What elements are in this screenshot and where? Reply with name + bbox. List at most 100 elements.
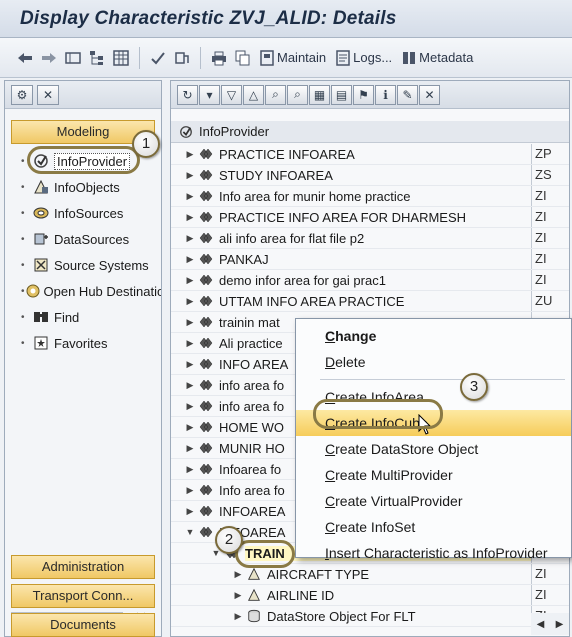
nav-item-open-hub-destination[interactable]: • Open Hub Destination [5, 278, 161, 304]
expand-arrow-icon[interactable]: ▶ [185, 380, 195, 391]
table-icon[interactable] [110, 47, 132, 69]
menu-item-create-virtualprovider[interactable]: Create VirtualProvider [296, 488, 571, 514]
scroll-left-icon[interactable]: ◀ [537, 619, 545, 630]
grid-icon[interactable]: ▦ [309, 84, 330, 105]
menu-item-insert-characteristic[interactable]: Insert Characteristic as InfoProvider [296, 540, 571, 566]
collapse-icon[interactable]: ▽ [221, 84, 242, 105]
tree-row[interactable]: ▶DataStore Object For FLTZI [171, 606, 569, 627]
tree-row[interactable]: ▶ STUDY INFOAREA ZS [171, 165, 569, 186]
print-icon[interactable] [208, 47, 230, 69]
copy-icon[interactable] [232, 47, 254, 69]
expand-arrow-icon[interactable]: ▶ [185, 254, 195, 265]
tree-row[interactable]: ▶ UTTAM INFO AREA PRACTICE ZU [171, 291, 569, 312]
collapse-arrow-icon[interactable]: ▼ [185, 527, 195, 537]
bullet: • [21, 259, 25, 271]
administration-button[interactable]: Administration [11, 555, 155, 579]
expand-arrow-icon[interactable]: ▶ [185, 317, 195, 328]
expand-arrow-icon[interactable]: ▶ [185, 443, 195, 454]
infoarea-icon [197, 253, 215, 265]
tree-row[interactable]: ▶ AIRLINE ID ZI [171, 585, 569, 606]
menu-item-change[interactable]: Change [296, 323, 571, 349]
documents-button[interactable]: Documents [11, 613, 155, 637]
expand-arrow-icon[interactable]: ▶ [185, 212, 195, 223]
menu-item-create-datastore-object[interactable]: Create DataStore Object [296, 436, 571, 462]
expand-arrow-icon[interactable]: ▶ [185, 296, 195, 307]
transport-connection-button[interactable]: Transport Conn... [11, 584, 155, 608]
check-icon[interactable] [147, 47, 169, 69]
menu-item-delete[interactable]: Delete [296, 349, 571, 375]
find-icon [31, 309, 51, 325]
hierarchy-icon[interactable] [86, 47, 108, 69]
tree-row[interactable]: ▶ PRACTICE INFO AREA FOR DHARMESH ZI [171, 207, 569, 228]
tree-root-header[interactable]: InfoProvider [171, 121, 569, 143]
back-arrow-icon[interactable] [14, 47, 36, 69]
expand-arrow-icon[interactable]: ▶ [185, 170, 195, 181]
context-menu: Change Delete Create InfoArea... Create … [295, 318, 572, 561]
expand-arrow-icon[interactable]: ▶ [185, 464, 195, 475]
bullet: • [21, 155, 25, 167]
expand-arrow-icon[interactable]: ▶ [185, 233, 195, 244]
tree-row[interactable]: ▶ demo infor area for gai prac1 ZI [171, 270, 569, 291]
expand-arrow-icon[interactable]: ▶ [185, 485, 195, 496]
application-toolbar: Maintain Logs... Metadata [0, 38, 572, 78]
expand-arrow-icon[interactable]: ▶ [185, 422, 195, 433]
nav-item-label: DataSources [54, 231, 130, 247]
menu-item-create-infoset[interactable]: Create InfoSet [296, 514, 571, 540]
tree-row-label: DataStore Object For FLT [267, 608, 416, 624]
tree-row[interactable]: ▶ ali info area for flat file p2 ZI [171, 228, 569, 249]
menu-item-create-infoarea[interactable]: Create InfoArea... [296, 384, 571, 410]
scroll-right-icon[interactable]: ▶ [556, 619, 564, 630]
display-change-icon[interactable] [62, 47, 84, 69]
nav-item-datasources[interactable]: • DataSources [5, 226, 161, 252]
nav-item-source-systems[interactable]: • Source Systems [5, 252, 161, 278]
refresh-icon[interactable]: ↻ [177, 84, 198, 105]
flag-icon[interactable]: ⚑ [353, 84, 374, 105]
where-used-icon[interactable] [171, 47, 193, 69]
dropdown-icon[interactable]: ▾ [199, 84, 220, 105]
layout-icon[interactable]: ▤ [331, 84, 352, 105]
info-icon[interactable]: ℹ [375, 84, 396, 105]
expand-arrow-icon[interactable]: ▶ [185, 506, 195, 517]
logs-button[interactable]: Logs... [332, 46, 396, 70]
tree-row-label: STUDY INFOAREA [219, 167, 333, 183]
forward-arrow-icon[interactable] [38, 47, 60, 69]
menu-item-label: Change [325, 328, 377, 344]
expand-arrow-icon[interactable]: ▶ [233, 569, 243, 580]
expand-arrow-icon[interactable]: ▶ [185, 359, 195, 370]
nav-item-label: Open Hub Destination [43, 283, 161, 299]
tree-row-label: ali info area for flat file p2 [219, 230, 365, 246]
find-next-icon[interactable]: ⌕ [287, 84, 308, 105]
tree-row[interactable]: ▶ PRACTICE INFOAREA ZP [171, 144, 569, 165]
menu-item-create-multiprovider[interactable]: Create MultiProvider [296, 462, 571, 488]
expand-arrow-icon[interactable]: ▶ [185, 149, 195, 160]
tree-row[interactable]: ▶ AIRCRAFT TYPE ZI [171, 564, 569, 585]
nav-item-find[interactable]: • Find [5, 304, 161, 330]
expand-arrow-icon[interactable]: ▶ [233, 590, 243, 601]
tree-row[interactable]: ▶ PANKAJ ZI [171, 249, 569, 270]
nav-item-infoobjects[interactable]: • InfoObjects [5, 174, 161, 200]
navigator-settings-icon[interactable]: ⚙ [11, 84, 33, 105]
pin-icon[interactable]: ✎ [397, 84, 418, 105]
bullet: • [21, 233, 25, 245]
metadata-button[interactable]: Metadata [398, 46, 477, 70]
expand-arrow-icon[interactable]: ▶ [185, 401, 195, 412]
title-bar: Display Characteristic ZVJ_ALID: Details [0, 0, 572, 38]
expand-arrow-icon[interactable]: ▶ [185, 338, 195, 349]
expand-arrow-icon[interactable]: ▶ [233, 611, 243, 622]
find-icon[interactable]: ⌕ [265, 84, 286, 105]
tree-row-technical-name: ZI [531, 564, 569, 584]
expand-arrow-icon[interactable]: ▶ [185, 191, 195, 202]
menu-item-create-infocube[interactable]: Create InfoCube [296, 410, 571, 436]
infoarea-icon [197, 274, 215, 286]
bullet: • [21, 311, 25, 323]
close-navigator-icon[interactable]: ✕ [37, 84, 59, 105]
nav-item-infosources[interactable]: • InfoSources [5, 200, 161, 226]
tree-horizontal-scroll[interactable]: ◀ ▶ [531, 613, 569, 635]
nav-item-favorites[interactable]: • Favorites [5, 330, 161, 356]
close-icon[interactable]: ✕ [419, 84, 440, 105]
maintain-button[interactable]: Maintain [256, 46, 330, 70]
menu-item-label: Insert Characteristic as InfoProvider [325, 545, 548, 561]
expand-arrow-icon[interactable]: ▶ [185, 275, 195, 286]
tree-row[interactable]: ▶ Info area for munir home practice ZI [171, 186, 569, 207]
expand-icon[interactable]: △ [243, 84, 264, 105]
